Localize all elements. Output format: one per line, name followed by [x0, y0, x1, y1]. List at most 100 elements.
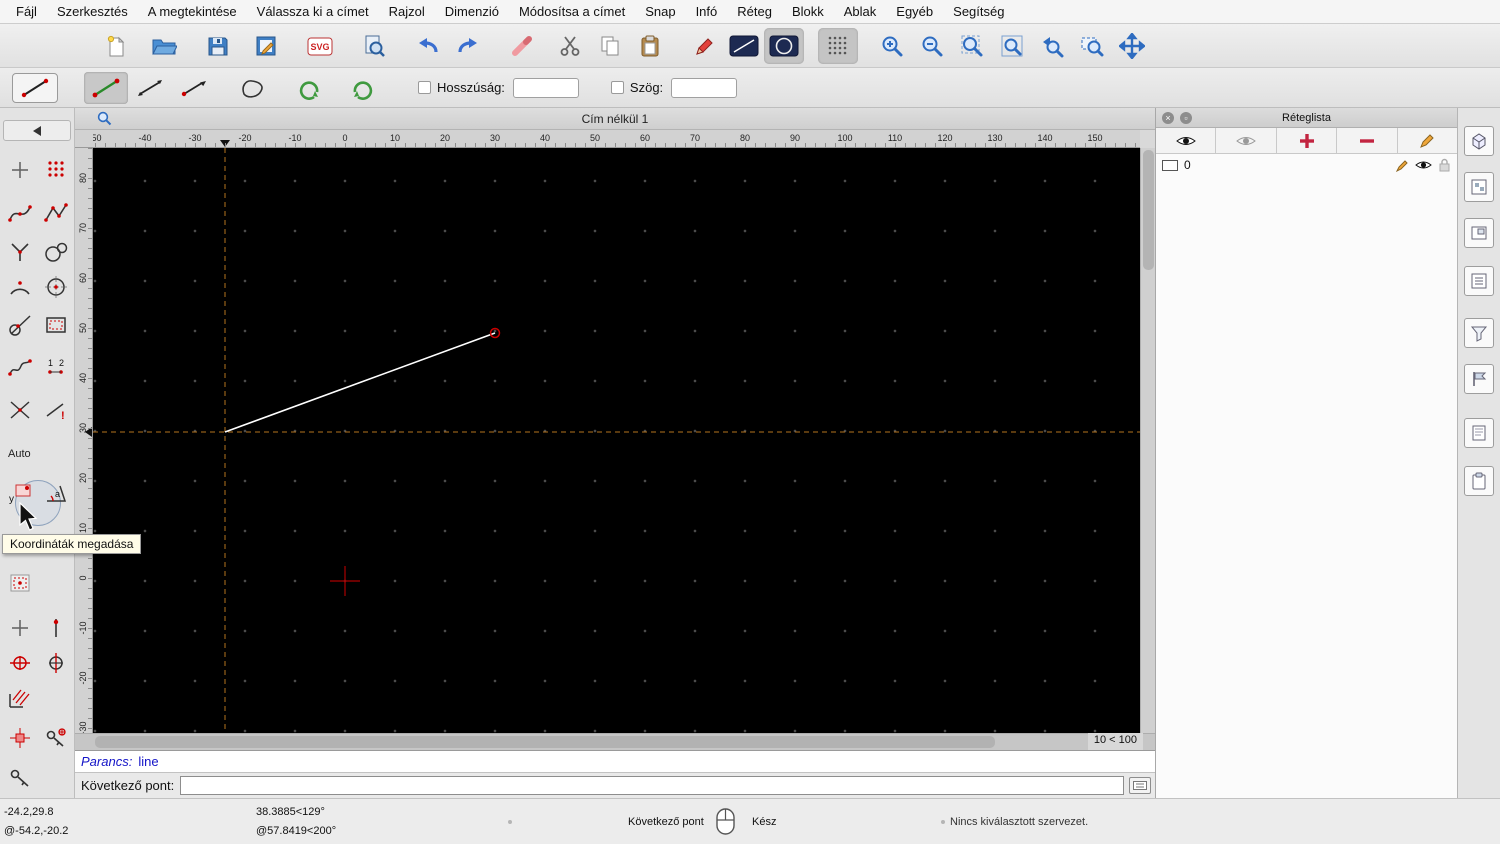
menu-segitseg[interactable]: Segítség: [943, 4, 1014, 19]
tool-circle-center-button[interactable]: [39, 270, 73, 304]
tool-polyline-button[interactable]: [39, 196, 73, 230]
angle-checkbox[interactable]: [610, 81, 624, 94]
line-vector-button[interactable]: [172, 72, 216, 104]
menu-egyeb[interactable]: Egyéb: [886, 4, 943, 19]
relative-angle-tool[interactable]: a: [39, 476, 73, 510]
tool-intersection-button[interactable]: [3, 393, 37, 427]
keyboard-toggle-button[interactable]: [1129, 777, 1151, 794]
length-input[interactable]: [512, 77, 579, 98]
tool-point-order-button[interactable]: 12: [39, 351, 73, 385]
lock-relative-zero-button[interactable]: [39, 721, 73, 755]
menu-info[interactable]: Infó: [686, 4, 728, 19]
vertical-scrollbar[interactable]: [1140, 148, 1155, 733]
vscroll-thumb[interactable]: [1143, 150, 1154, 270]
lock-zero-button[interactable]: [3, 761, 37, 795]
zoom-redraw-button[interactable]: [992, 28, 1032, 64]
tool-divide-button[interactable]: !: [39, 393, 73, 427]
menu-reteg[interactable]: Réteg: [727, 4, 782, 19]
line-angle-button[interactable]: [128, 72, 172, 104]
dock-clipboard-icon[interactable]: [1464, 466, 1494, 496]
dock-blocks-icon[interactable]: [1464, 172, 1494, 202]
snap-grid-button[interactable]: [3, 721, 37, 755]
zoom-window-button[interactable]: [1072, 28, 1112, 64]
menu-blokk[interactable]: Blokk: [782, 4, 834, 19]
export-svg-button[interactable]: SVG: [300, 28, 340, 64]
line-attributes-button[interactable]: [724, 28, 764, 64]
tool-spline-button[interactable]: [3, 196, 37, 230]
menu-valassza-ki[interactable]: Válassza ki a címet: [247, 4, 379, 19]
layer-edit-pencil-icon[interactable]: [1396, 159, 1409, 172]
snap-center-v-button[interactable]: [39, 646, 73, 680]
hscroll-thumb[interactable]: [95, 736, 995, 748]
close-panel-button[interactable]: ×: [1162, 112, 1174, 124]
zoom-in-button[interactable]: [872, 28, 912, 64]
edit-layer-button[interactable]: [1397, 128, 1458, 153]
snap-free-button[interactable]: [3, 611, 37, 645]
cut-button[interactable]: [550, 28, 590, 64]
menu-snap[interactable]: Snap: [635, 4, 685, 19]
float-panel-button[interactable]: ▫: [1180, 112, 1192, 124]
line-two-points-button[interactable]: [84, 71, 128, 104]
circle-attributes-button[interactable]: [764, 27, 804, 64]
horizontal-scrollbar[interactable]: [75, 733, 1155, 750]
delete-button[interactable]: [502, 28, 542, 64]
tool-tangent-button[interactable]: [3, 308, 37, 342]
grid-toggle-button[interactable]: [818, 27, 858, 64]
menu-modositsa[interactable]: Módosítsa a címet: [509, 4, 635, 19]
zoom-out-button[interactable]: [912, 28, 952, 64]
remove-layer-button[interactable]: [1337, 128, 1398, 153]
open-file-button[interactable]: [144, 28, 184, 64]
print-preview-button[interactable]: [354, 28, 394, 64]
dock-frame-icon[interactable]: [1464, 218, 1494, 248]
menu-megtekintese[interactable]: A megtekintése: [138, 4, 247, 19]
dock-flag-icon[interactable]: [1464, 364, 1494, 394]
document-titlebar[interactable]: Cím nélkül 1: [75, 108, 1155, 130]
show-all-layers-button[interactable]: [1156, 128, 1217, 153]
menu-fajl[interactable]: Fájl: [6, 4, 47, 19]
dock-filter-icon[interactable]: [1464, 318, 1494, 348]
polyline-freehand-button[interactable]: [230, 72, 274, 104]
undo-segment-button[interactable]: [288, 72, 332, 104]
tool-point-button[interactable]: [3, 153, 37, 187]
tool-select-window-button[interactable]: [3, 566, 37, 600]
layer-visible-eye-icon[interactable]: [1415, 159, 1432, 171]
tool-fork-button[interactable]: [3, 235, 37, 269]
dock-list-icon[interactable]: [1464, 266, 1494, 296]
zoom-previous-button[interactable]: [1032, 28, 1072, 64]
command-input[interactable]: [180, 776, 1124, 795]
new-file-button[interactable]: [96, 28, 136, 64]
dock-cube-icon[interactable]: [1464, 126, 1494, 156]
menu-ablak[interactable]: Ablak: [834, 4, 887, 19]
layer-row[interactable]: 0: [1156, 154, 1457, 176]
length-checkbox[interactable]: [418, 81, 431, 94]
undo-button[interactable]: [408, 28, 448, 64]
snap-endpoint-button[interactable]: [39, 611, 73, 645]
drawing-canvas[interactable]: [93, 148, 1140, 733]
palette-back-button[interactable]: [3, 120, 71, 141]
angle-input[interactable]: [671, 77, 738, 98]
copy-button[interactable]: [590, 28, 630, 64]
tool-freehand-button[interactable]: [3, 351, 37, 385]
menu-rajzol[interactable]: Rajzol: [379, 4, 435, 19]
zoom-pan-button[interactable]: [1112, 28, 1152, 64]
current-tool-indicator[interactable]: [12, 72, 58, 103]
layer-lock-icon[interactable]: [1438, 158, 1451, 172]
menu-dimenzio[interactable]: Dimenzió: [435, 4, 509, 19]
add-layer-button[interactable]: [1276, 128, 1338, 153]
save-file-button[interactable]: [198, 28, 238, 64]
redo-segment-button[interactable]: [340, 72, 384, 104]
snap-center-h-button[interactable]: [3, 646, 37, 680]
pen-attributes-button[interactable]: [684, 28, 724, 64]
tool-hatch-button[interactable]: [3, 681, 37, 715]
paste-button[interactable]: [630, 28, 670, 64]
tool-points-grid-button[interactable]: [39, 153, 73, 187]
dock-notes-icon[interactable]: [1464, 418, 1494, 448]
hide-all-layers-button[interactable]: [1216, 128, 1277, 153]
tool-rectangle-button[interactable]: [39, 308, 73, 342]
menu-szerkesztes[interactable]: Szerkesztés: [47, 4, 138, 19]
edit-document-button[interactable]: [246, 28, 286, 64]
redo-button[interactable]: [448, 28, 488, 64]
zoom-auto-button[interactable]: [952, 28, 992, 64]
tool-arc-button[interactable]: [3, 270, 37, 304]
tool-circles-button[interactable]: [39, 235, 73, 269]
